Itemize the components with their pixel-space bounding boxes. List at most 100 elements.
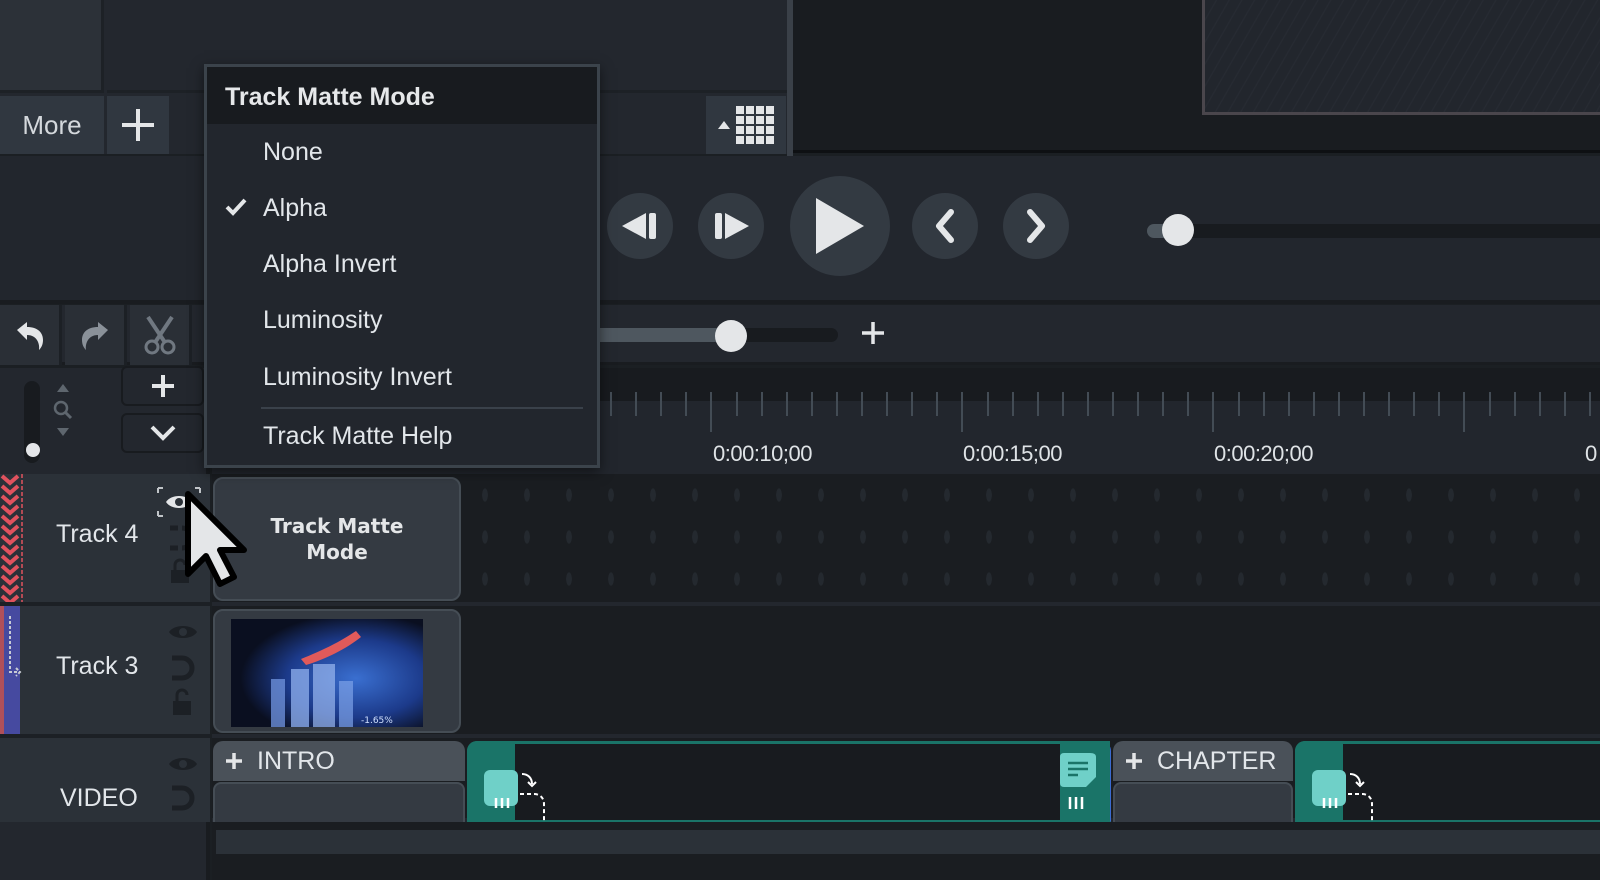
zoom-tracks-icon xyxy=(53,384,73,436)
undo-icon xyxy=(16,322,43,350)
menu-item-label: Luminosity Invert xyxy=(263,362,452,391)
time-label: 0:00:15;00 xyxy=(963,441,1062,466)
ruler-tick xyxy=(1413,392,1416,416)
next-marker-button[interactable] xyxy=(1003,193,1069,259)
step-backward-icon xyxy=(622,213,656,239)
ruler-tick xyxy=(1363,392,1365,416)
menu-item-label: Alpha xyxy=(263,193,327,222)
magnet-icon[interactable] xyxy=(170,784,198,812)
time-label: 0 xyxy=(1585,441,1597,466)
track-name: Track 3 xyxy=(56,652,139,680)
expand-group-icon[interactable] xyxy=(1125,752,1143,770)
group-body-chapter[interactable] xyxy=(1113,782,1293,822)
more-button[interactable]: More xyxy=(0,96,104,154)
ruler-tick xyxy=(810,392,813,416)
menu-item-alpha[interactable]: Alpha xyxy=(207,180,597,236)
mouse-cursor-icon xyxy=(185,491,247,587)
ruler-tick xyxy=(660,392,663,416)
lock-icon[interactable] xyxy=(172,688,192,716)
undo-button[interactable] xyxy=(0,305,62,365)
menu-item-luminosity[interactable]: Luminosity xyxy=(207,292,597,348)
ruler-tick xyxy=(961,392,964,432)
ruler-tick xyxy=(1086,392,1089,416)
library-sidebar xyxy=(0,0,104,93)
play-button[interactable] xyxy=(790,176,890,276)
time-label: 0:00:20;00 xyxy=(1214,441,1313,466)
ruler-tick xyxy=(1312,392,1315,416)
group-header-chapter[interactable]: CHAPTER xyxy=(1113,741,1293,781)
group-body-intro[interactable] xyxy=(213,782,465,822)
plus-icon xyxy=(862,322,884,344)
menu-item-alpha-invert[interactable]: Alpha Invert xyxy=(207,236,597,292)
previous-marker-button[interactable] xyxy=(912,193,978,259)
redo-button[interactable] xyxy=(65,305,127,365)
track-matte-indicator xyxy=(0,474,23,602)
horizontal-scrollbar[interactable] xyxy=(216,830,1600,854)
add-track-button[interactable] xyxy=(121,366,204,406)
step-forward-icon xyxy=(715,213,749,239)
grid-view-button[interactable] xyxy=(706,96,786,154)
note-icon xyxy=(1060,753,1096,809)
track-height-handle[interactable] xyxy=(26,443,40,457)
track-header-track-4[interactable]: Track 4 xyxy=(0,474,210,606)
plus-icon xyxy=(151,375,174,397)
menu-item-label: Track Matte Help xyxy=(263,421,453,450)
ruler-tick xyxy=(861,392,863,416)
visibility-eye-icon[interactable] xyxy=(168,622,198,642)
timeline-zoom-handle[interactable] xyxy=(715,320,747,352)
menu-item-track-matte-help[interactable]: Track Matte Help xyxy=(207,408,597,464)
caret-up-icon xyxy=(718,121,730,129)
track-header-track-3[interactable]: Track 3 xyxy=(0,606,210,738)
menu-item-none[interactable]: None xyxy=(207,124,597,180)
scrubber-track[interactable] xyxy=(1151,224,1600,238)
chevron-left-icon xyxy=(936,209,954,243)
scissors-icon xyxy=(144,315,175,355)
plus-icon xyxy=(122,109,154,141)
track-header-video[interactable]: VIDEO xyxy=(0,738,210,822)
add-tab-button[interactable] xyxy=(107,96,169,154)
ruler-tick xyxy=(1287,392,1290,416)
scrubber-handle[interactable] xyxy=(1162,214,1194,246)
ruler-tick xyxy=(936,392,939,416)
track-matte-link-indicator xyxy=(0,606,22,734)
ruler-tick xyxy=(1262,392,1265,416)
transition-in-icon xyxy=(1312,770,1373,822)
ruler-tick xyxy=(710,392,713,432)
chevron-down-icon xyxy=(150,425,175,441)
step-forward-button[interactable] xyxy=(698,193,764,259)
ruler-tick xyxy=(886,392,889,416)
play-icon xyxy=(816,198,864,254)
track-name: Track 4 xyxy=(56,520,139,548)
ruler-tick xyxy=(1588,392,1591,416)
ruler-tick xyxy=(1463,392,1466,432)
ruler-tick xyxy=(1237,392,1240,416)
ruler-tick xyxy=(760,392,763,416)
visibility-eye-icon[interactable] xyxy=(168,754,198,774)
preview-canvas[interactable] xyxy=(1202,0,1600,115)
zoom-in-button[interactable] xyxy=(860,320,890,350)
chevron-right-icon xyxy=(1027,209,1045,243)
collapse-tracks-button[interactable] xyxy=(121,413,204,453)
step-back-button[interactable] xyxy=(607,193,673,259)
magnet-icon[interactable] xyxy=(170,654,198,682)
ruler-tick xyxy=(911,392,914,416)
timeline-footer-left xyxy=(0,822,210,880)
menu-item-label: Luminosity xyxy=(263,305,383,334)
video-clip[interactable]: -1.65% xyxy=(213,609,461,733)
ruler-tick xyxy=(1488,392,1491,416)
transition-clip[interactable] xyxy=(467,741,1111,822)
track-name: VIDEO xyxy=(60,784,138,812)
cut-button[interactable] xyxy=(130,305,192,365)
group-header-intro[interactable]: INTRO xyxy=(213,741,465,781)
ruler-tick xyxy=(1513,392,1516,416)
ruler-tick xyxy=(1036,392,1039,416)
grid-view-icon xyxy=(736,106,774,144)
menu-item-label: None xyxy=(263,137,323,166)
menu-item-luminosity-invert[interactable]: Luminosity Invert xyxy=(207,349,597,405)
clip-label: Track Matte Mode xyxy=(270,514,404,564)
ruler-tick xyxy=(1162,392,1165,416)
ruler-tick xyxy=(1061,392,1064,416)
expand-group-icon[interactable] xyxy=(225,752,243,770)
checkmark-icon xyxy=(225,198,247,216)
menu-title: Track Matte Mode xyxy=(207,67,597,124)
